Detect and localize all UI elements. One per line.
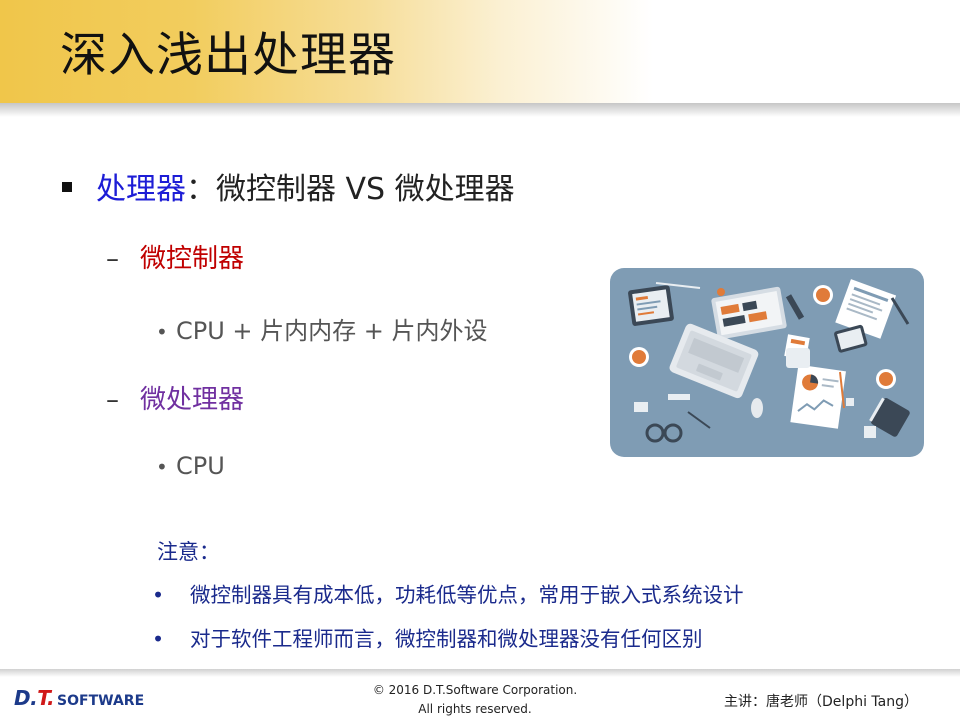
speaker-credit: 主讲：唐老师（Delphi Tang） xyxy=(724,694,918,710)
slide-title: 深入浅出处理器 xyxy=(60,28,396,83)
note-item: • 对于软件工程师而言，微控制器和微处理器没有任何区别 xyxy=(152,622,703,652)
logo-wordmark: SOFTWARE xyxy=(57,693,145,709)
sub-bullet-mpu: – 微处理器 xyxy=(106,379,244,416)
dot-bullet-icon: • xyxy=(156,320,168,344)
dot-bullet-icon: • xyxy=(152,627,165,651)
dash-bullet-icon: – xyxy=(106,244,119,274)
logo-mark: D.T. xyxy=(14,686,55,710)
note-heading: 注意： xyxy=(157,540,220,564)
copyright-line: © 2016 D.T.Software Corporation. xyxy=(372,683,578,697)
bullet-processor: 处理器：微控制器 VS 微处理器 xyxy=(62,164,515,208)
mcu-detail: • CPU + 片内内存 + 片内外设 xyxy=(156,311,488,346)
processor-comparison: ：微控制器 VS 微处理器 xyxy=(186,172,515,207)
mpu-detail: • CPU xyxy=(156,452,225,480)
title-shadow xyxy=(0,103,960,117)
sub-bullet-mcu: – 微控制器 xyxy=(106,238,244,275)
dash-bullet-icon: – xyxy=(106,385,119,415)
mcu-detail-text: CPU + 片内内存 + 片内外设 xyxy=(176,317,488,345)
copyright-notice: © 2016 D.T.Software Corporation. All rig… xyxy=(340,681,610,719)
mpu-label: 微处理器 xyxy=(140,385,245,415)
mcu-label: 微控制器 xyxy=(140,244,245,274)
mpu-detail-text: CPU xyxy=(176,452,225,480)
square-bullet-icon xyxy=(62,181,72,192)
note-item-text: 对于软件工程师而言，微控制器和微处理器没有任何区别 xyxy=(190,627,703,651)
footer-divider xyxy=(0,669,960,677)
dot-bullet-icon: • xyxy=(152,583,165,607)
dot-bullet-icon: • xyxy=(156,455,168,479)
copyright-line: All rights reserved. xyxy=(418,702,532,716)
workspace-desk-illustration xyxy=(610,268,924,457)
processor-label: 处理器 xyxy=(96,172,186,207)
note-item-text: 微控制器具有成本低，功耗低等优点，常用于嵌入式系统设计 xyxy=(190,583,744,607)
note-item: • 微控制器具有成本低，功耗低等优点，常用于嵌入式系统设计 xyxy=(152,578,744,608)
company-logo: D.T. SOFTWARE xyxy=(14,686,144,710)
